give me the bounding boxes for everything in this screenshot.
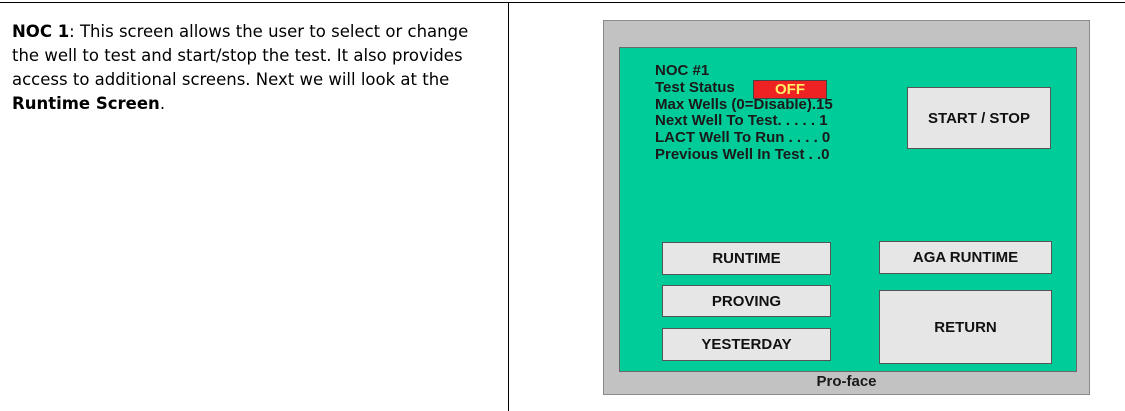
proving-button[interactable]: PROVING bbox=[662, 285, 831, 317]
noc-title: NOC #1 bbox=[655, 62, 710, 79]
table-column-divider bbox=[508, 2, 509, 411]
lact-well-readout: LACT Well To Run . . . . 0 bbox=[655, 129, 831, 147]
aga-runtime-button[interactable]: AGA RUNTIME bbox=[879, 241, 1052, 274]
test-status-row: Test Status OFF bbox=[655, 78, 833, 99]
test-status-indicator: OFF bbox=[753, 79, 827, 99]
previous-well-readout: Previous Well In Test . .0 bbox=[655, 145, 830, 163]
description-heading: NOC 1 bbox=[12, 22, 70, 41]
table-top-border bbox=[0, 2, 1125, 3]
hmi-screen: NOC #1 Test Status OFF Max Wells (0=Disa… bbox=[619, 47, 1077, 372]
test-status-label: Test Status bbox=[655, 78, 735, 96]
brand-label: Pro-face bbox=[816, 373, 877, 390]
description-body: : This screen allows the user to select … bbox=[12, 22, 469, 89]
status-info: NOC #1 Test Status OFF Max Wells (0=Disa… bbox=[655, 62, 833, 164]
start-stop-button[interactable]: START / STOP bbox=[907, 87, 1051, 149]
runtime-button[interactable]: RUNTIME bbox=[662, 242, 831, 275]
hmi-panel: NOC #1 Test Status OFF Max Wells (0=Disa… bbox=[603, 20, 1090, 395]
description-text: NOC 1: This screen allows the user to se… bbox=[12, 20, 492, 116]
return-button[interactable]: RETURN bbox=[879, 290, 1052, 364]
next-well-readout: Next Well To Test. . . . . 1 bbox=[655, 112, 828, 130]
description-end: . bbox=[159, 94, 166, 113]
yesterday-button[interactable]: YESTERDAY bbox=[662, 328, 831, 361]
max-wells-readout: Max Wells (0=Disable).15 bbox=[655, 95, 833, 113]
description-runtime-screen: Runtime Screen bbox=[12, 94, 160, 113]
